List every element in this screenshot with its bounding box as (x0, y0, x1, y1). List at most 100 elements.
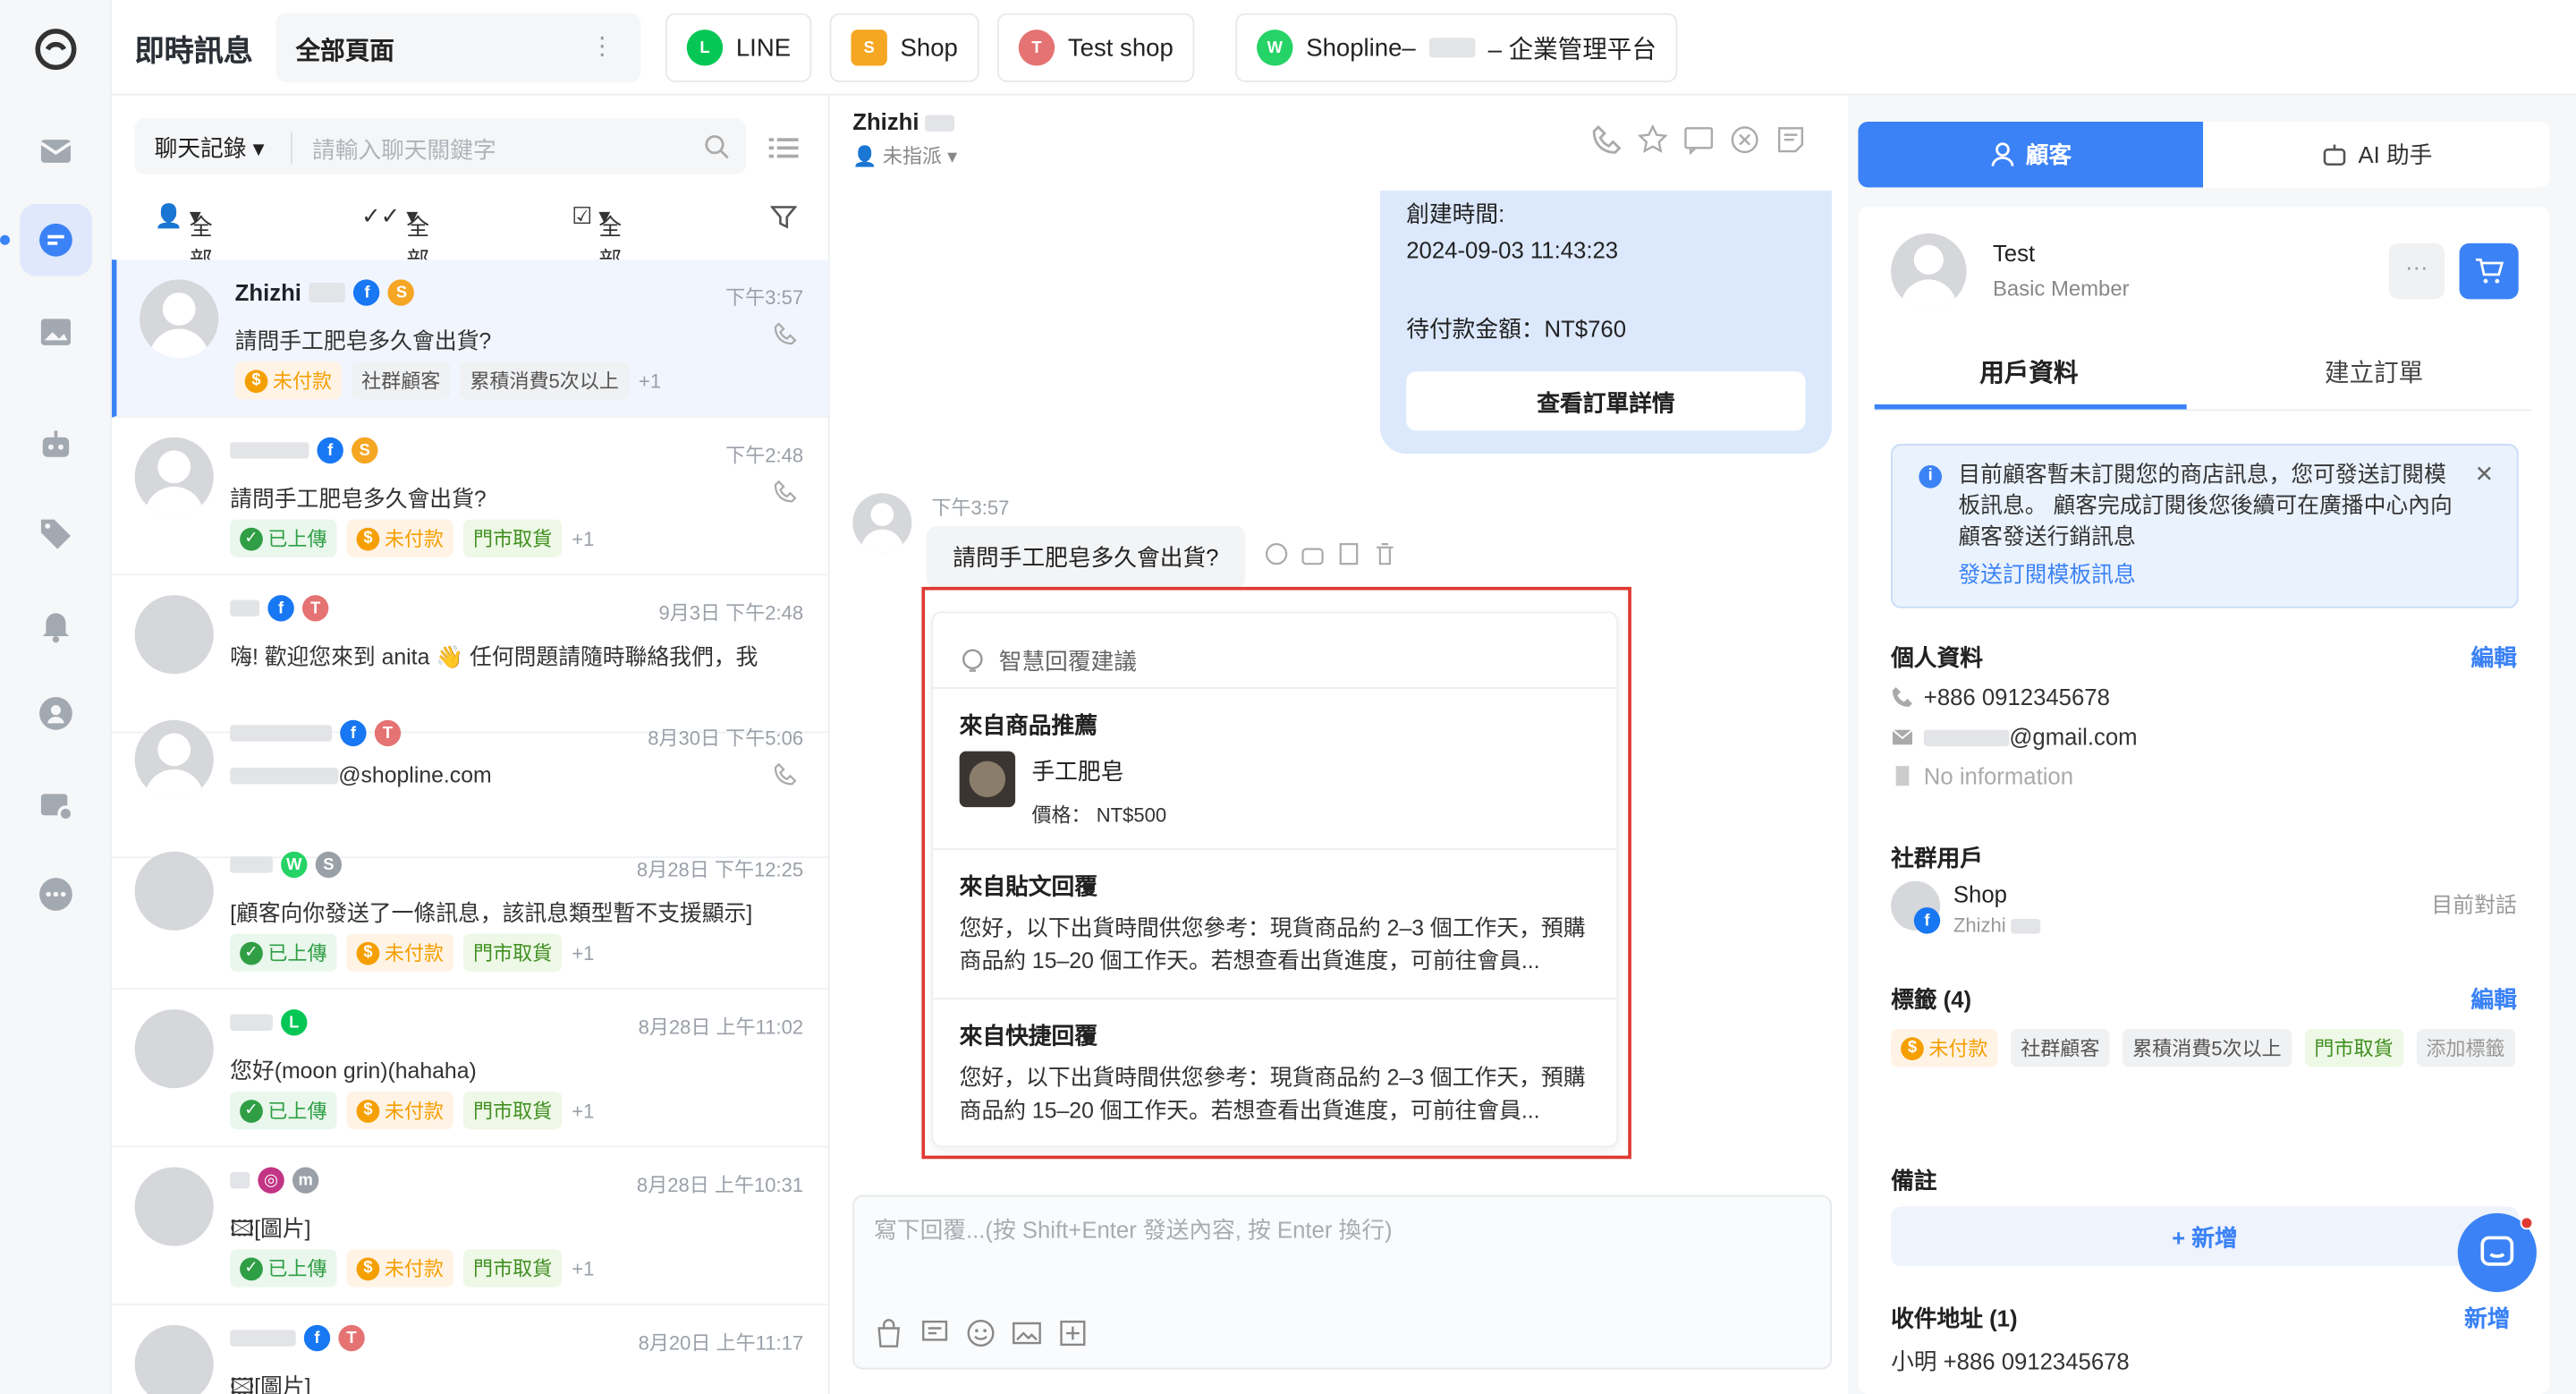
shopping-bag-icon[interactable] (874, 1318, 903, 1347)
tag-icon[interactable] (36, 513, 75, 552)
image-icon: 🖾 (230, 1216, 255, 1242)
notice-text: 目前顧客暫未訂閱您的商店訊息，您可發送訂閱模板訊息。 顧客完成訂閱後您後續可在廣… (1958, 462, 2453, 549)
tag-store-pickup: 門市取貨 (463, 519, 563, 557)
tag-uploaded: ✓ 已上傳 (230, 1249, 337, 1288)
conversation-preview: 🖾[圖片] (230, 1216, 311, 1242)
close-icon[interactable]: ✕ (2475, 459, 2495, 490)
avatar (134, 595, 214, 675)
search-input[interactable]: 請輸入聊天關鍵字 (312, 133, 496, 166)
phone-icon (774, 762, 797, 786)
customer-service-icon[interactable] (36, 693, 75, 733)
quick-reply-icon[interactable] (920, 1318, 950, 1347)
view-order-button[interactable]: 查看訂單詳情 (1406, 371, 1806, 431)
panel-tabs: 顧客 AI 助手 (1858, 121, 2550, 188)
conversation-item[interactable]: Zhizhi f S 下午3:57 請問手工肥皂多久會出貨? $ 未付款 社群顧客 累… (111, 259, 828, 418)
conversation-preview: 您好(moon grin)(hahaha) (230, 1058, 477, 1084)
conversation-item[interactable]: ◎ m 8月28日 上午10:31 🖾[圖片] ✓ 已上傳 $ 未付款 門市取貨 +1 (111, 1147, 828, 1305)
tag-uploaded: ✓ 已上傳 (230, 519, 337, 557)
inbox-icon[interactable] (36, 132, 75, 171)
page-selector[interactable]: 全部頁面 ⋮ (275, 13, 641, 82)
tab-customer[interactable]: 顧客 (1858, 121, 2204, 188)
image-gallery-icon[interactable] (36, 312, 75, 352)
assign-select[interactable]: 👤 未指派 ▾ (852, 141, 957, 169)
template-icon[interactable] (1058, 1318, 1088, 1347)
conversation-item[interactable]: L 8月28日 上午11:02 您好(moon grin)(hahaha) ✓ 已… (111, 990, 828, 1148)
channel-suffix: – 企業管理平台 (1487, 35, 1657, 64)
chat-header-actions (1592, 124, 1806, 155)
emoji-icon[interactable] (966, 1318, 996, 1347)
reply-input[interactable]: 寫下回覆...(按 Shift+Enter 發送內容, 按 Enter 換行) (874, 1213, 1392, 1246)
product-name: 手工肥皂 (1031, 757, 1124, 785)
app-logo-icon[interactable] (33, 26, 79, 72)
image-icon[interactable] (1012, 1318, 1041, 1347)
list-view-icon[interactable] (768, 135, 799, 161)
channel-tab-line[interactable]: L LINE (665, 13, 813, 82)
help-chat-button[interactable] (2457, 1212, 2537, 1293)
add-tag-button[interactable]: 添加標籤 (2416, 1029, 2515, 1067)
current-conversation-label: 目前對話 (2431, 892, 2517, 918)
bell-icon[interactable] (36, 605, 75, 644)
avatar (134, 1324, 214, 1394)
kebab-icon[interactable]: ⋮ (589, 31, 614, 61)
message-icon[interactable] (1684, 125, 1714, 155)
redacted (230, 1014, 273, 1031)
close-circle-icon[interactable] (1730, 125, 1759, 155)
search-type-select[interactable]: 聊天記錄 ▾ (155, 132, 265, 165)
star-icon[interactable] (1638, 124, 1668, 155)
conversation-item[interactable]: WS 8月28日 下午12:25 [顧客向你發送了一條訊息，該訊息類型暫不支援顯… (111, 832, 828, 990)
subscription-notice: i ✕ 目前顧客暫未訂閱您的商店訊息，您可發送訂閱模板訊息。 顧客完成訂閱後您後… (1891, 444, 2519, 608)
page-selector-label: 全部頁面 (295, 38, 394, 66)
redacted (230, 1330, 296, 1347)
conversation-item[interactable]: fS 下午2:48 請問手工肥皂多久會出貨? ✓ 已上傳 $ 未付款 門市取貨 +1 (111, 418, 828, 576)
chat-contact-name: Zhizhi (852, 108, 955, 135)
note-icon[interactable] (1776, 125, 1806, 155)
suggestion-product[interactable]: 來自商品推薦 手工肥皂 價格： NT$500 (933, 689, 1617, 850)
suggestion-section-title: 來自商品推薦 (959, 711, 1097, 738)
suggestion-quick-reply[interactable]: 來自快捷回覆 您好，以下出貨時間供您參考：現貨商品約 2–3 個工作天，預購商品… (933, 999, 1616, 1147)
add-address-button[interactable]: 新增 (2464, 1302, 2510, 1335)
phone-icon[interactable] (1592, 124, 1622, 155)
test-shop-icon: T (374, 719, 402, 747)
redacted (230, 856, 273, 873)
search-icon[interactable] (703, 133, 729, 159)
tab-user-info[interactable]: 用戶資料 (1979, 355, 2078, 390)
tag-social: 社群顧客 (352, 361, 451, 400)
note-icon[interactable] (1337, 542, 1360, 565)
more-button[interactable]: ··· (2388, 242, 2445, 300)
funnel-icon[interactable] (770, 204, 797, 230)
instagram-icon: ◎ (258, 1167, 284, 1194)
channel-tab-shop[interactable]: S Shop (829, 13, 979, 82)
more-icon[interactable] (36, 874, 75, 914)
edit-tags-button[interactable]: 編輯 (2470, 983, 2516, 1016)
conversation-preview: 請問手工肥皂多久會出貨? (234, 328, 492, 354)
channel-tab-shopline[interactable]: W Shopline– – 企業管理平台 (1235, 13, 1678, 82)
settings-card-icon[interactable] (36, 786, 75, 825)
smart-reply-icon[interactable] (1265, 542, 1288, 565)
trash-icon[interactable] (1374, 542, 1397, 565)
redacted (230, 725, 333, 742)
notification-dot (2520, 1216, 2534, 1230)
filter-assignee[interactable]: 👤 全部 ▾ (155, 202, 213, 273)
bot-icon[interactable] (36, 424, 75, 463)
channel-tab-test-shop[interactable]: T Test shop (996, 13, 1195, 82)
send-template-link[interactable]: 發送訂閱模板訊息 (1958, 559, 2457, 591)
tab-underline (1874, 404, 2187, 410)
conversation-item[interactable]: fT 8月20日 上午11:17 🖾[圖片] (112, 1305, 828, 1394)
chat-icon[interactable] (36, 220, 75, 259)
bot-icon[interactable] (1301, 542, 1325, 565)
conversation-preview: 🖾[圖片] (230, 1368, 310, 1394)
cart-button[interactable] (2459, 242, 2519, 300)
reply-composer[interactable]: 寫下回覆...(按 Shift+Enter 發送內容, 按 Enter 換行) (852, 1194, 1832, 1370)
edit-personal-button[interactable]: 編輯 (2470, 642, 2516, 675)
add-note-button[interactable]: + 新增 (1891, 1206, 2519, 1266)
image-icon: 🖾 (230, 1373, 255, 1394)
order-card: 創建時間: 2024-09-03 11:43:23 待付款金額：NT$760 查… (1379, 191, 1832, 455)
avatar (134, 719, 214, 799)
tab-create-order[interactable]: 建立訂單 (2325, 355, 2423, 390)
filter-status[interactable]: ✓✓ 全部 ▾ (361, 202, 429, 273)
tab-ai-assistant[interactable]: AI 助手 (2205, 122, 2550, 187)
filter-type[interactable]: ☑ 全部 ▾ (572, 202, 622, 273)
suggestion-post-reply[interactable]: 來自貼文回覆 您好，以下出貨時間供您參考：現貨商品約 2–3 個工作天，預購商品… (933, 850, 1617, 1000)
tag-more: +1 (572, 940, 595, 965)
tag-more: +1 (572, 526, 595, 550)
